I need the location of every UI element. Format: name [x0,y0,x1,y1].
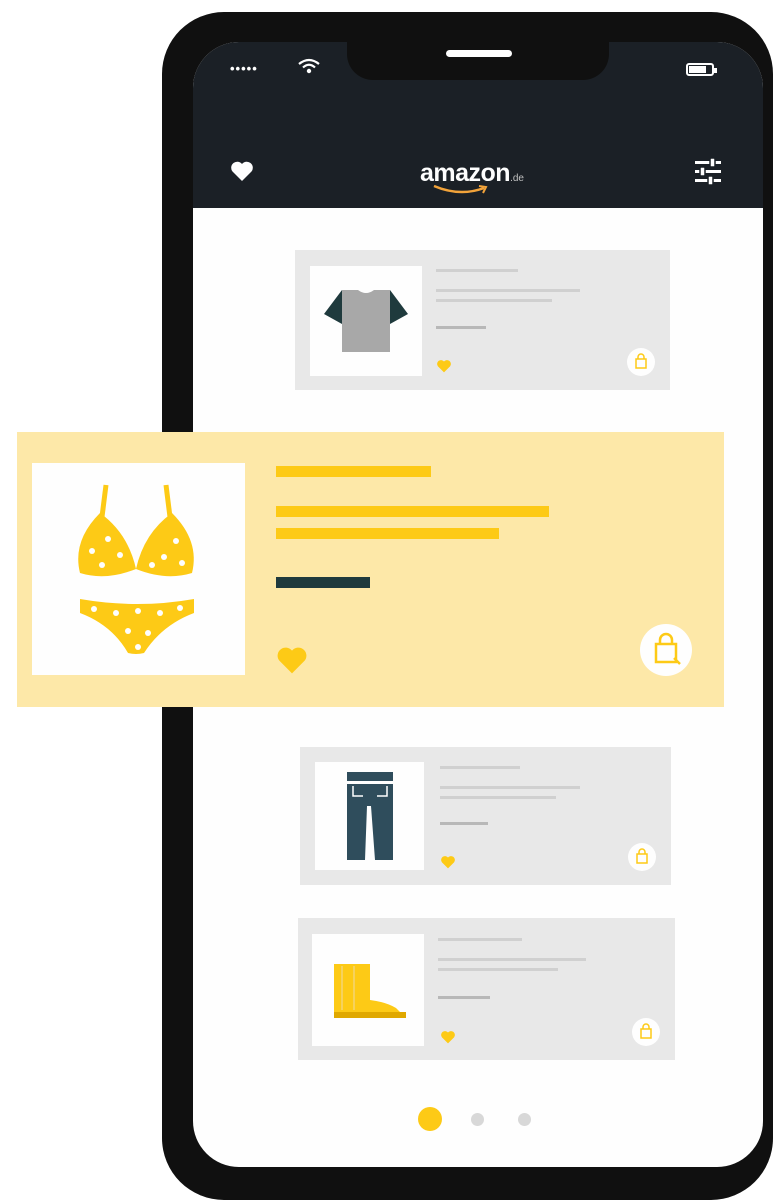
price-placeholder [436,326,486,329]
page-dot-active[interactable] [418,1107,442,1131]
product-image-jeans [315,762,424,870]
favorite-heart-icon[interactable] [440,1030,456,1044]
favorite-heart-icon[interactable] [436,359,452,373]
bikini-icon [78,484,194,654]
description-placeholder [440,786,580,789]
favorite-heart-icon[interactable] [440,855,456,869]
battery-icon [686,63,717,76]
logo-text: amazon [420,159,511,187]
description-placeholder [276,506,549,517]
filter-sliders-icon[interactable] [694,157,722,187]
title-placeholder [436,269,518,272]
add-to-bag-button[interactable] [632,1018,660,1046]
add-to-bag-button[interactable] [627,348,655,376]
add-to-bag-button[interactable] [640,624,692,676]
amazon-smile-icon [433,184,488,194]
shopping-bag-icon [635,353,647,369]
description-placeholder [440,796,556,799]
title-placeholder [276,466,431,477]
page-dot[interactable] [471,1113,484,1126]
tshirt-icon [324,290,408,352]
title-placeholder [438,938,522,941]
shopping-bag-icon [640,1023,652,1039]
phone-notch [347,36,609,80]
description-placeholder [276,528,499,539]
shopping-bag-icon [654,632,681,665]
wishlist-heart-icon[interactable] [230,160,254,182]
price-placeholder [440,822,488,825]
product-image-bikini [32,463,245,675]
description-placeholder [438,968,558,971]
product-image-tshirt [310,266,422,376]
shopping-bag-icon [636,848,648,864]
phone-speaker [446,50,512,57]
price-placeholder [438,996,490,999]
description-placeholder [436,299,552,302]
product-image-boot [312,934,424,1046]
logo-tld: .de [510,173,524,184]
add-to-bag-button[interactable] [628,843,656,871]
title-placeholder [440,766,520,769]
description-placeholder [438,958,586,961]
signal-strength-icon: ••••• [230,61,258,76]
wifi-icon [298,58,320,74]
favorite-heart-icon[interactable] [276,645,308,675]
jeans-icon [347,772,393,860]
description-placeholder [436,289,580,292]
page-dot[interactable] [518,1113,531,1126]
boot-icon [334,964,406,1018]
price-placeholder [276,577,370,588]
